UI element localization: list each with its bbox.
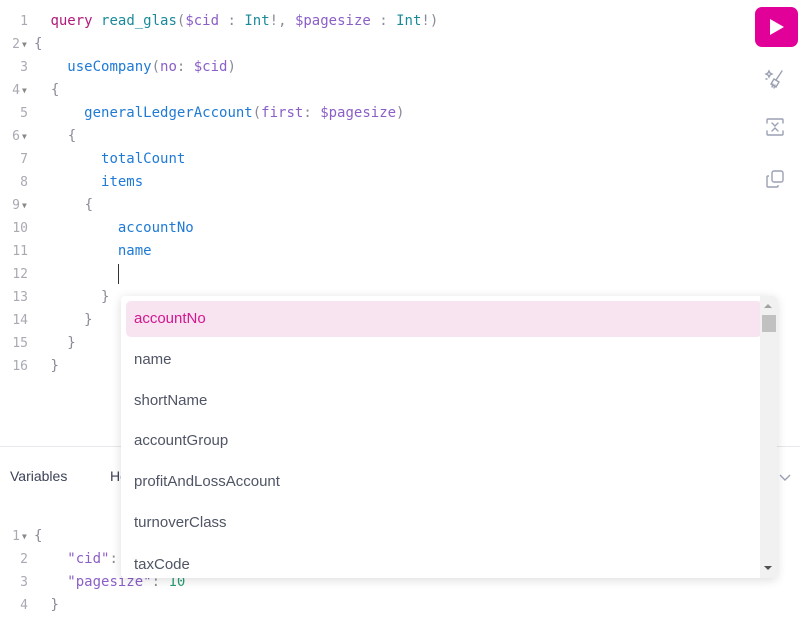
code-line: 4 ▼ { — [0, 79, 59, 102]
text-cursor — [117, 264, 120, 284]
autocomplete-item[interactable]: taxCode — [126, 547, 762, 578]
code-line: 5 generalLedgerAccount(first: $pagesize) — [20, 105, 405, 121]
autocomplete-item[interactable]: profitAndLossAccount — [126, 464, 762, 500]
autocomplete-item[interactable]: turnoverClass — [126, 505, 762, 541]
fold-arrow-icon[interactable]: ▼ — [20, 33, 34, 56]
code-line: 12 — [0, 263, 120, 286]
merge-fragments-button[interactable] — [760, 112, 790, 142]
fold-arrow-icon[interactable]: ▼ — [20, 194, 34, 217]
code-line: 3 useCompany(no: $cid) — [20, 59, 236, 75]
code-line: 4 } — [20, 597, 59, 613]
fold-arrow-icon[interactable]: ▼ — [20, 525, 34, 548]
code-line: 8 items — [20, 174, 144, 190]
scroll-down-arrow-icon[interactable] — [764, 566, 772, 570]
code-line: 10 accountNo — [12, 220, 194, 236]
chevron-down-icon[interactable] — [778, 469, 792, 487]
tab-variables[interactable]: Variables — [10, 468, 67, 484]
code-line: 16 } — [12, 358, 59, 374]
code-line: 13 } — [12, 289, 110, 305]
autocomplete-item[interactable]: accountGroup — [126, 423, 762, 459]
autocomplete-item[interactable]: shortName — [126, 383, 762, 419]
fold-arrow-icon[interactable]: ▼ — [20, 79, 34, 102]
prettify-icon — [764, 69, 783, 89]
code-line: 11 name — [12, 243, 152, 259]
code-line: 7 totalCount — [20, 151, 186, 167]
autocomplete-item[interactable]: accountNo — [126, 301, 762, 337]
run-query-button[interactable] — [755, 7, 798, 47]
prettify-button[interactable] — [760, 64, 790, 94]
code-line: 14 } — [12, 312, 93, 328]
merge-fragments-icon — [766, 118, 784, 136]
autocomplete-item[interactable]: name — [126, 342, 762, 378]
code-line: 2 "cid": — [20, 551, 118, 567]
scrollbar-thumb[interactable] — [762, 315, 776, 332]
autocomplete-scrollbar[interactable] — [760, 296, 777, 578]
code-line: 2 ▼{ — [0, 33, 42, 56]
autocomplete-popup: accountNo name shortName accountGroup pr… — [121, 296, 777, 578]
copy-query-button[interactable] — [760, 164, 790, 194]
code-line: 6 ▼ { — [0, 125, 76, 148]
copy-icon — [766, 170, 784, 188]
code-line: 15 } — [12, 335, 76, 351]
fold-arrow-icon[interactable]: ▼ — [20, 125, 34, 148]
code-line: 1 query read_glas($cid : Int!, $pagesize… — [20, 13, 439, 29]
scroll-up-arrow-icon[interactable] — [764, 304, 772, 308]
code-line: 9 ▼ { — [0, 194, 93, 217]
code-line: 1 ▼{ — [0, 525, 42, 548]
play-icon — [769, 19, 784, 35]
